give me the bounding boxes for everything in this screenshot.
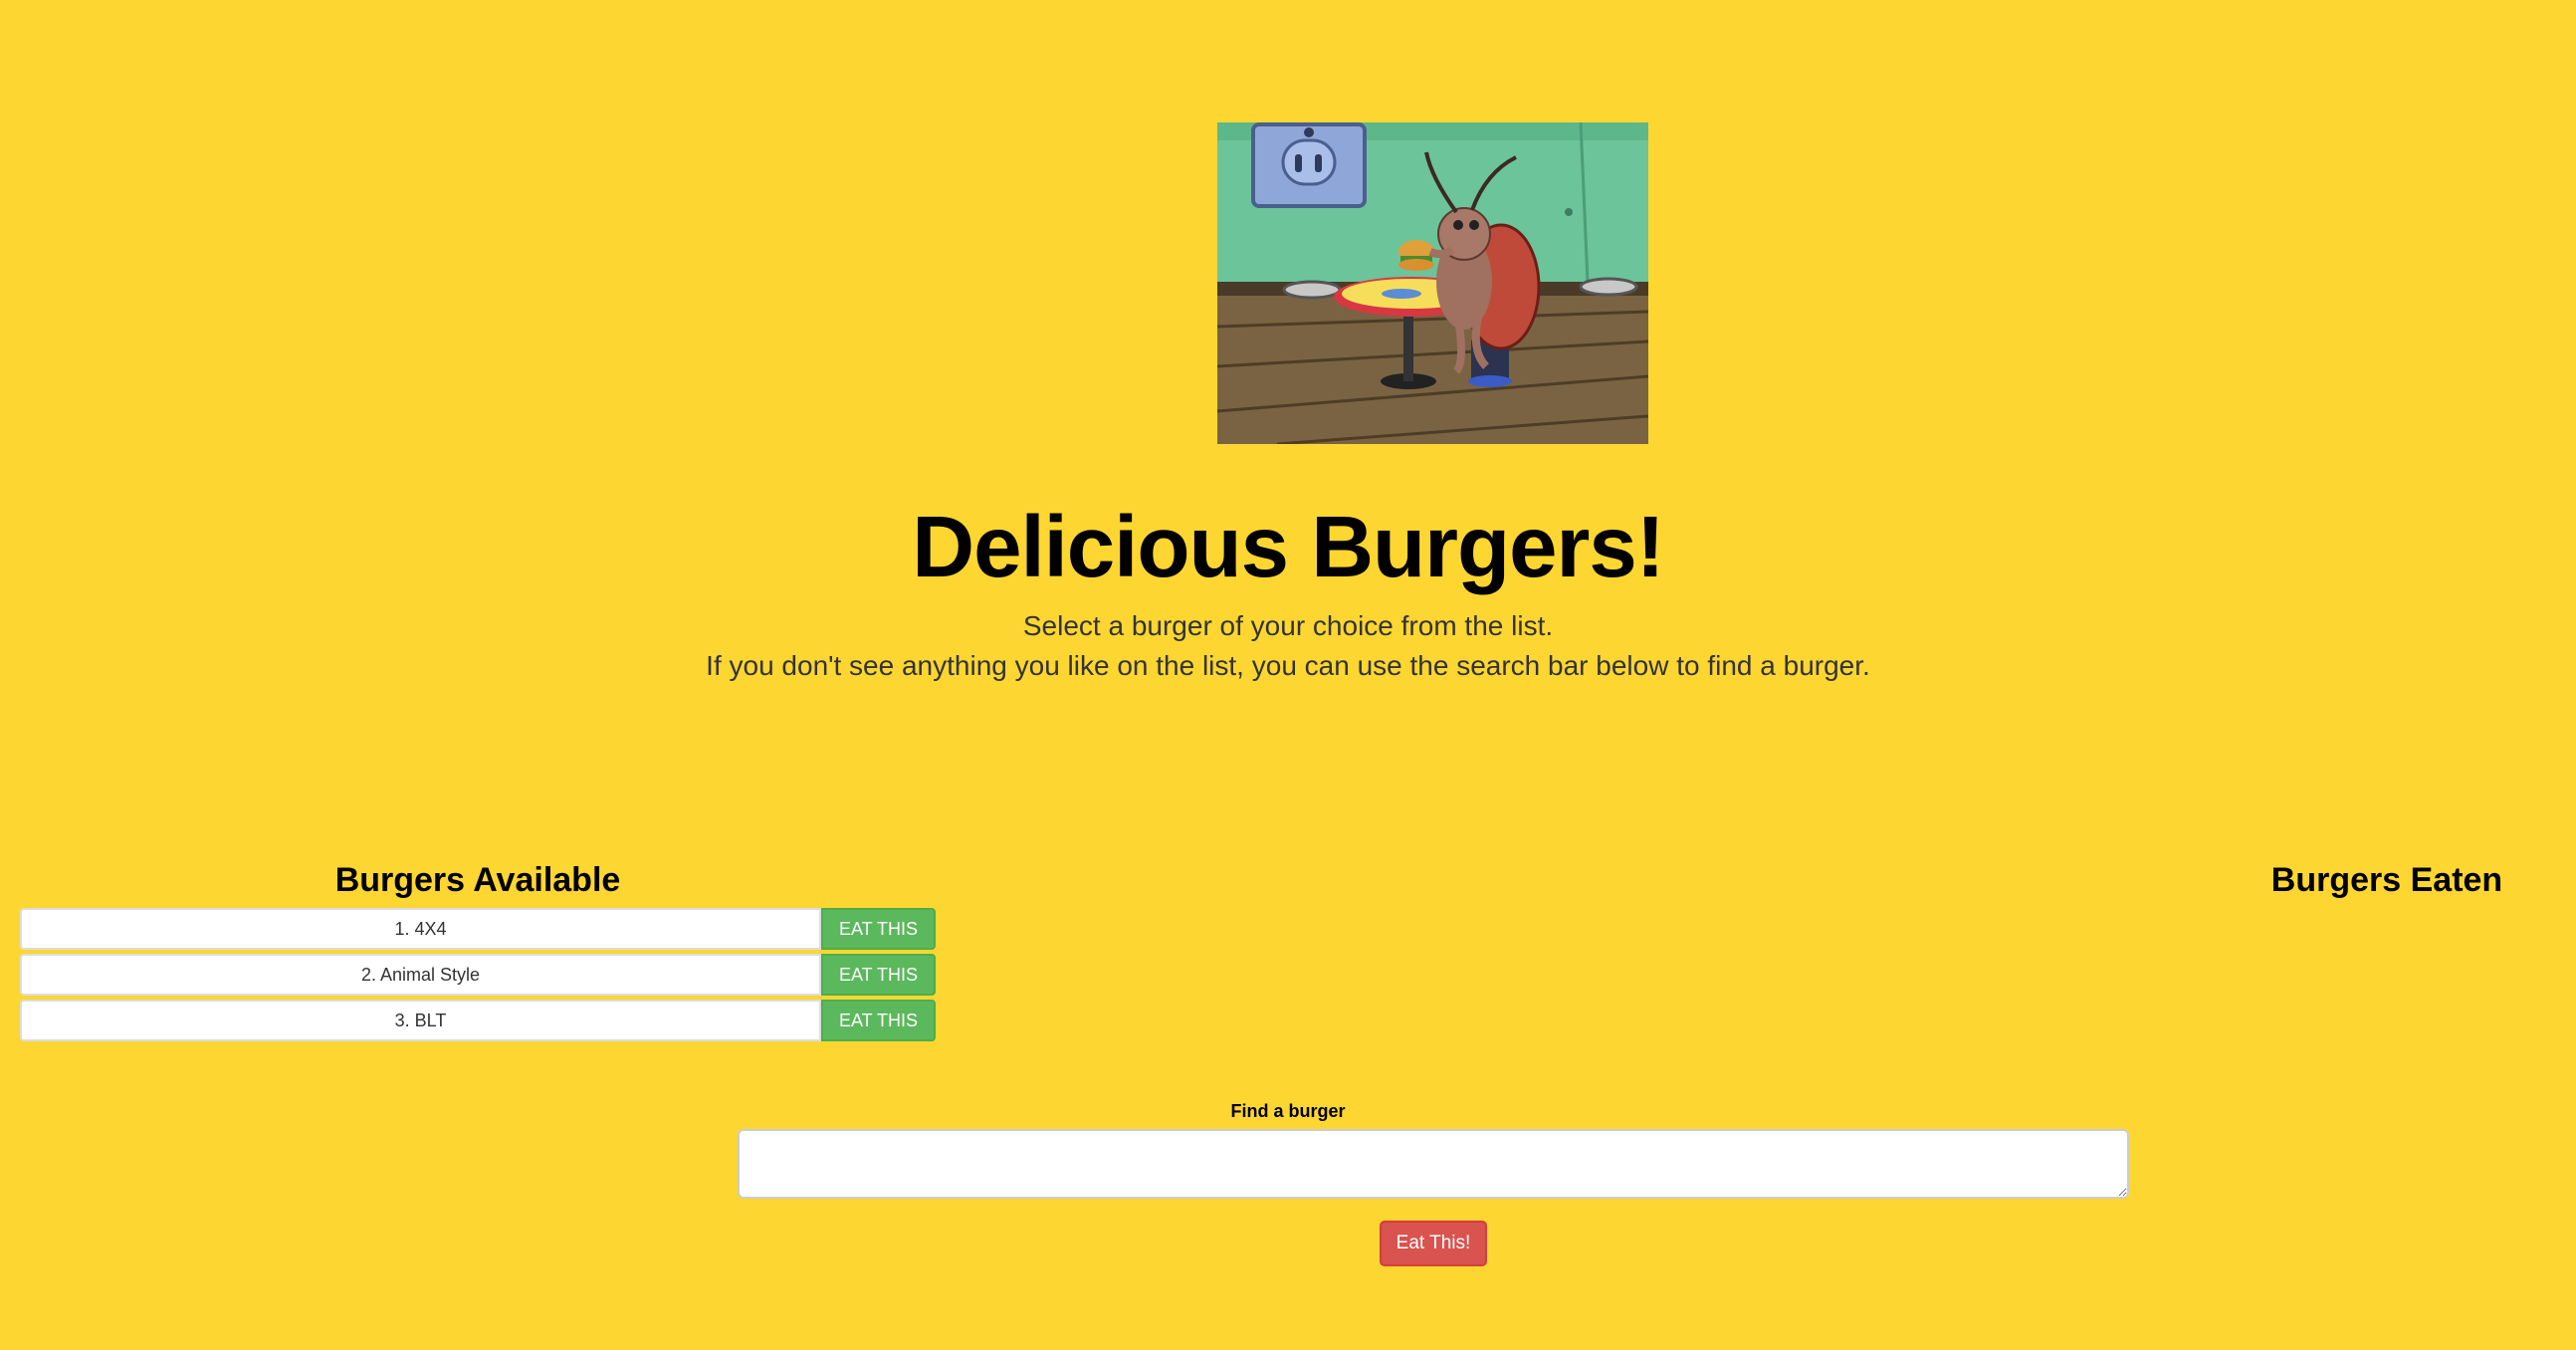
list-item: 1. 4X4 EAT THIS xyxy=(20,908,936,950)
subtitle-search-hint: If you don't see anything you like on th… xyxy=(706,650,1870,681)
eat-this-button[interactable]: EAT THIS xyxy=(821,908,936,950)
eat-this-button[interactable]: EAT THIS xyxy=(821,954,936,996)
burger-search-input[interactable] xyxy=(738,1129,2129,1199)
eat-this-button[interactable]: EAT THIS xyxy=(821,1000,936,1041)
burgers-available-list: 1. 4X4 EAT THIS 2. Animal Style EAT THIS… xyxy=(20,908,936,1045)
page-title: Delicious Burgers! xyxy=(912,499,1665,595)
burger-name: 2. Animal Style xyxy=(20,954,821,996)
burger-name: 1. 4X4 xyxy=(20,908,821,950)
cockroach-eating-burger-image xyxy=(1217,122,1648,444)
find-burger-label: Find a burger xyxy=(1230,1101,1346,1121)
subtitle-instruction: Select a burger of your choice from the … xyxy=(1022,610,1554,641)
eat-this-submit-button[interactable]: Eat This! xyxy=(1380,1221,1487,1266)
burgers-eaten-title: Burgers Eaten xyxy=(2270,861,2503,899)
list-item: 2. Animal Style EAT THIS xyxy=(20,954,936,996)
burgers-available-title: Burgers Available xyxy=(334,861,621,899)
list-item: 3. BLT EAT THIS xyxy=(20,1000,936,1041)
burger-name: 3. BLT xyxy=(20,1000,821,1041)
